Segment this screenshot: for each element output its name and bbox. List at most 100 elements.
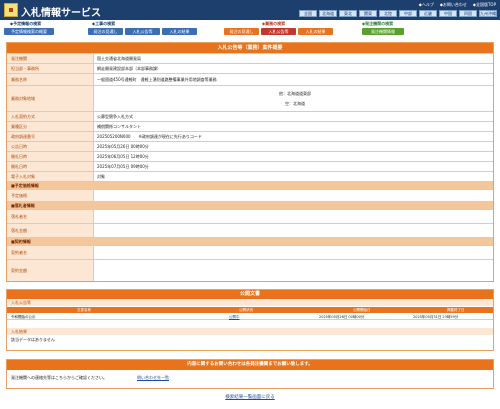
row-value: 2025年05月26日 00時00分 [93, 142, 493, 151]
tab-services-notices[interactable]: 入札公告等 [261, 28, 296, 35]
row-value: 2025年07月05日 09時00分 [93, 162, 493, 171]
row-label: 契約者名 [7, 246, 93, 259]
category-label: ■落札者情報 [7, 202, 493, 209]
column-header: 文書名称 [77, 308, 91, 312]
row-value: 国土交通省北海道開発局 [93, 54, 493, 63]
contact-text: 発注機関への連絡先等はこちらからご確認ください。 [11, 375, 107, 380]
row-label: 業務対象地域 [7, 86, 93, 111]
documents-table-header: 文書名称 公開状況 公開開始日 掲載終了日 [7, 307, 493, 313]
row-label: 業務名称 [7, 74, 93, 85]
region-value: 空：北海道 [285, 100, 305, 106]
contact-title: 内容に関するお問い合わせは各発注機関までお願い致します。 [7, 360, 493, 370]
search-category-nav: ◆予定情報の検索 予定情報検索の概要 ◆工事の検索 発注の見通し 入札公告等 入… [0, 21, 500, 37]
row-label: 開札日時 [7, 162, 93, 171]
row-label: 公告日時 [7, 142, 93, 151]
results-subheader: 入札結果 [7, 328, 493, 335]
row-value [93, 260, 493, 281]
region-tab-chugoku[interactable]: 中国 [439, 10, 457, 17]
row-value [93, 210, 493, 223]
group-label-schedule: ◆予定情報の検索 [10, 21, 42, 26]
detail-row: 入札契約方式 公募型競争入札方式 [7, 111, 493, 121]
case-summary-title: 入札公告等（業務）案件概要 [7, 43, 493, 53]
row-value: 一般国道450号遠軽町 遠軽上湧別道路整備事業外用地調査等業務 [93, 74, 493, 85]
category-row: ■落札者情報 [7, 201, 493, 209]
detail-row: 開札日時 2025年07月05日 09時00分 [7, 161, 493, 171]
back-to-results-link[interactable]: 検索結果一覧画面に戻る [0, 394, 500, 400]
region-tab-shikoku[interactable]: 四国 [459, 10, 477, 17]
row-label: 開札日時 [7, 152, 93, 161]
tab-schedule-overview[interactable]: 予定情報検索の概要 [4, 28, 54, 35]
region-tab-chubu[interactable]: 中部 [399, 10, 417, 17]
row-label: 担当部・事務所 [7, 64, 93, 73]
row-value [93, 190, 493, 201]
tab-services-outlook[interactable]: 発注の見通し [224, 28, 259, 35]
document-name: 令和開始の公示 [11, 315, 36, 319]
help-link[interactable]: ◆ヘルプ [419, 2, 434, 7]
detail-row: 開札日時 2025年06月05日 12時00分 [7, 151, 493, 161]
site-header: 入札情報サービス ◆ヘルプ ◆お問い合わせ ◆全国版TOP 全国 北海道 東北 … [0, 0, 500, 20]
detail-row: 契約金額 [7, 259, 493, 281]
document-end-date: 2025年05月31日 23時59分 [413, 315, 459, 319]
row-value: 他：北海道道東部 空：北海道 [93, 86, 493, 111]
no-results-text: 該当データはありません [11, 337, 55, 342]
region-value: 他：北海道道東部 [279, 90, 311, 96]
public-documents-panel: 公開文書 入札公告等 文書名称 公開状況 公開開始日 掲載終了日 令和開始の公示… [6, 289, 494, 351]
contact-link[interactable]: ◆お問い合わせ [440, 2, 467, 7]
column-header: 公開開始日 [353, 308, 371, 312]
national-top-link[interactable]: ◆全国版TOP [473, 2, 496, 7]
detail-row: 発注機関 国土交通省北海道開発局 [7, 53, 493, 63]
region-selector: 全国 北海道 東北 関東 北陸 中部 近畿 中国 四国 九州沖縄 [299, 10, 497, 17]
detail-row: 担当部・事務所 網走開発建設部本部（本部事務課） [7, 63, 493, 73]
group-label-services: ◆業務の検索 [262, 21, 286, 26]
row-value [93, 246, 493, 259]
row-value: 網走開発建設部本部（本部事務課） [93, 64, 493, 73]
row-label: 落札者名 [7, 210, 93, 223]
tab-construction-notices[interactable]: 入札公告等 [125, 28, 160, 35]
notice-subheader: 入札公告等 [7, 299, 493, 306]
table-row: 令和開始の公示 公開中 2025年05月26日 00時00分 2025年05月3… [7, 314, 493, 320]
detail-row: 予定価格 [7, 189, 493, 201]
row-label: 発注機関 [7, 54, 93, 63]
public-documents-title: 公開文書 [7, 290, 493, 299]
tab-agency-info[interactable]: 発注機関情報 [362, 28, 404, 35]
detail-row: 業務名称 一般国道450号遠軽町 遠軽上湧別道路整備事業外用地調査等業務 [7, 73, 493, 85]
column-header: 掲載終了日 [447, 308, 465, 312]
category-label: ■契約情報 [7, 238, 493, 245]
region-tab-kinki[interactable]: 近畿 [419, 10, 437, 17]
detail-row: 業務対象地域 他：北海道道東部 空：北海道 [7, 85, 493, 111]
tab-services-results[interactable]: 入札の結果 [298, 28, 333, 35]
row-label: 業種区分 [7, 122, 93, 131]
site-title: 入札情報サービス [21, 8, 101, 19]
row-label: 入札契約方式 [7, 112, 93, 121]
detail-row: 政府調達番号 202505200N000 ※政府調達が現在に先行ありコード [7, 131, 493, 141]
detail-row: 契約者名 [7, 245, 493, 259]
region-tab-kyushu[interactable]: 九州沖縄 [479, 10, 497, 17]
detail-row: 電子入札対象 対象 [7, 171, 493, 181]
contact-body: 発注機関への連絡先等はこちらからご確認ください。 問い合わせ先一覧 [7, 370, 493, 388]
region-tab-hokuriku[interactable]: 北陸 [379, 10, 397, 17]
row-value: 補償関係コンサルタント [93, 122, 493, 131]
column-header: 公開状況 [239, 308, 253, 312]
row-value: 公募型競争入札方式 [93, 112, 493, 121]
region-tab-tohoku[interactable]: 東北 [339, 10, 357, 17]
category-row: ■契約情報 [7, 237, 493, 245]
logo-icon [4, 3, 18, 17]
row-value: 対象 [93, 172, 493, 181]
tab-construction-outlook[interactable]: 発注の見通し [88, 28, 123, 35]
row-value: 2025年06月05日 12時00分 [93, 152, 493, 161]
document-status-link[interactable]: 公開中 [229, 314, 240, 320]
group-label-agencies: ◆発注機関の検索 [362, 21, 394, 26]
group-label-construction: ◆工事の検索 [92, 21, 116, 26]
tab-construction-results[interactable]: 入札の結果 [162, 28, 197, 35]
region-tab-kanto[interactable]: 関東 [359, 10, 377, 17]
region-tab-national[interactable]: 全国 [299, 10, 317, 17]
category-row: ■予定価格情報 [7, 181, 493, 189]
contact-list-link[interactable]: 問い合わせ先一覧 [137, 375, 169, 381]
site-logo[interactable]: 入札情報サービス [4, 3, 101, 19]
contact-panel: 内容に関するお問い合わせは各発注機関までお願い致します。 発注機関への連絡先等は… [6, 359, 494, 389]
utility-links: ◆ヘルプ ◆お問い合わせ ◆全国版TOP [419, 2, 496, 7]
document-start-date: 2025年05月26日 00時00分 [319, 315, 365, 319]
row-value [93, 224, 493, 237]
row-label: 契約金額 [7, 260, 93, 281]
region-tab-hokkaido[interactable]: 北海道 [319, 10, 337, 17]
